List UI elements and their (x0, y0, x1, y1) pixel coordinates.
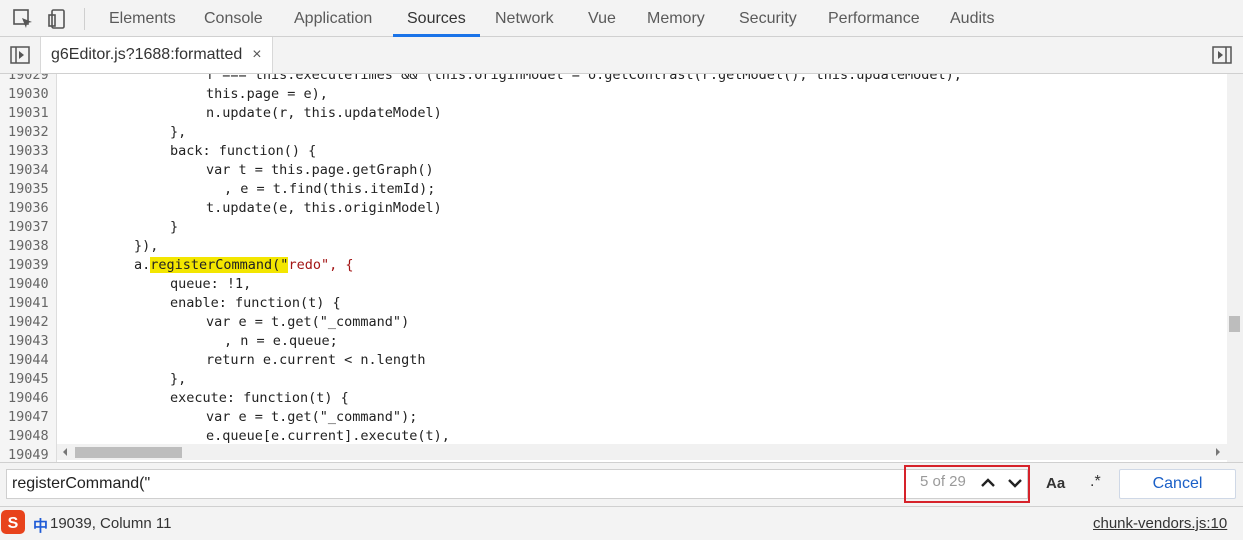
code-token: a. (134, 257, 151, 273)
line-number: 19035 (8, 181, 49, 197)
line-number: 19037 (8, 219, 49, 235)
line-number: 19041 (8, 295, 49, 311)
code-line: , e = t.find(this.itemId); (224, 181, 436, 197)
line-number: 19038 (8, 238, 49, 254)
code-line: }, (170, 124, 187, 140)
line-number: 19043 (8, 333, 49, 349)
line-number: 19045 (8, 371, 49, 387)
scroll-right-icon[interactable] (1214, 448, 1222, 456)
inspect-element-icon[interactable] (12, 8, 34, 30)
tab-security[interactable]: Security (739, 0, 797, 36)
line-number: 19047 (8, 409, 49, 425)
vertical-scrollbar[interactable] (1227, 74, 1243, 462)
code-line: n.update(r, this.updateModel) (206, 105, 442, 121)
search-match-highlight: registerCommand(" (150, 257, 289, 273)
tab-performance[interactable]: Performance (828, 0, 920, 36)
code-line: back: function() { (170, 143, 317, 159)
scroll-left-icon[interactable] (61, 448, 69, 456)
code-line: return e.current < n.length (206, 352, 426, 368)
code-line: var t = this.page.getGraph() (206, 162, 434, 178)
line-number: 19030 (8, 86, 49, 102)
scroll-corner (1227, 444, 1243, 462)
code-line: this.page = e), (206, 86, 328, 102)
source-link[interactable]: chunk-vendors.js:10 (1093, 515, 1227, 532)
toggle-debugger-icon[interactable] (1212, 46, 1232, 64)
line-number: 19036 (8, 200, 49, 216)
line-number: 19044 (8, 352, 49, 368)
search-input[interactable] (6, 469, 1028, 499)
code-line: }), (134, 238, 159, 254)
code-token: redo", { (288, 257, 354, 273)
cursor-position: 19039, Column 11 (50, 515, 172, 532)
sogou-ime-icon[interactable]: S (0, 509, 26, 535)
tab-console[interactable]: Console (204, 0, 263, 36)
line-number: 19042 (8, 314, 49, 330)
code-line-current: a.registerCommand("redo", { (134, 256, 353, 275)
close-icon[interactable]: × (252, 46, 261, 64)
chevron-down-icon[interactable] (1003, 471, 1027, 495)
line-number: 19049 (8, 447, 49, 462)
code-line: }, (170, 371, 187, 387)
match-case-button[interactable]: Aa (1046, 475, 1065, 492)
toolbar-divider (84, 8, 85, 30)
line-number: 19046 (8, 390, 49, 406)
ime-mode-label[interactable]: 中 (33, 515, 48, 536)
code-line: } (170, 219, 179, 235)
line-number: 19033 (8, 143, 49, 159)
tab-elements[interactable]: Elements (109, 0, 176, 36)
search-bar: 5 of 29 Aa .* Cancel (0, 462, 1243, 506)
chevron-up-icon[interactable] (976, 471, 1000, 495)
line-number: 19040 (8, 276, 49, 292)
code-line: , n = e.queue; (224, 333, 338, 349)
code-line: t.update(e, this.originModel) (206, 200, 442, 216)
file-tab-name: g6Editor.js?1688:formatted (51, 46, 243, 63)
code-line: queue: !1, (170, 276, 252, 292)
status-bar: S 中 19039, Column 11 chunk-vendors.js:10 (0, 506, 1243, 540)
tab-memory[interactable]: Memory (647, 0, 705, 36)
line-number: 19031 (8, 105, 49, 121)
horizontal-scrollbar[interactable] (57, 444, 1227, 460)
code-line: f === this.executeTimes && (this.originM… (206, 74, 962, 83)
cancel-button[interactable]: Cancel (1119, 469, 1236, 499)
file-tab[interactable]: g6Editor.js?1688:formatted × (40, 37, 273, 73)
line-number: 19048 (8, 428, 49, 444)
tab-audits[interactable]: Audits (950, 0, 994, 36)
toggle-navigator-icon[interactable] (10, 46, 30, 64)
code-line: execute: function(t) { (170, 390, 349, 406)
code-line: enable: function(t) { (170, 295, 341, 311)
tab-application[interactable]: Application (294, 0, 372, 36)
code-line: var e = t.get("_command"); (206, 409, 418, 425)
line-number: 19032 (8, 124, 49, 140)
tab-vue[interactable]: Vue (588, 0, 616, 36)
device-toolbar-icon[interactable] (47, 8, 69, 30)
horizontal-scroll-thumb[interactable] (75, 447, 182, 458)
svg-text:S: S (8, 515, 19, 532)
tab-sources[interactable]: Sources (393, 0, 480, 37)
line-number: 19029 (8, 74, 49, 83)
code-line: var e = t.get("_command") (206, 314, 410, 330)
devtools-tab-bar: Elements Console Application Sources Net… (0, 0, 1243, 37)
tab-network[interactable]: Network (495, 0, 554, 36)
line-number: 19039 (8, 257, 49, 273)
match-count: 5 of 29 (920, 473, 966, 490)
line-number: 19034 (8, 162, 49, 178)
code-editor[interactable]: 19029 19030 19031 19032 19033 19034 1903… (0, 74, 1243, 462)
regex-button[interactable]: .* (1090, 473, 1101, 491)
vertical-scroll-thumb[interactable] (1229, 316, 1240, 332)
file-tab-bar: g6Editor.js?1688:formatted × (0, 37, 1243, 74)
